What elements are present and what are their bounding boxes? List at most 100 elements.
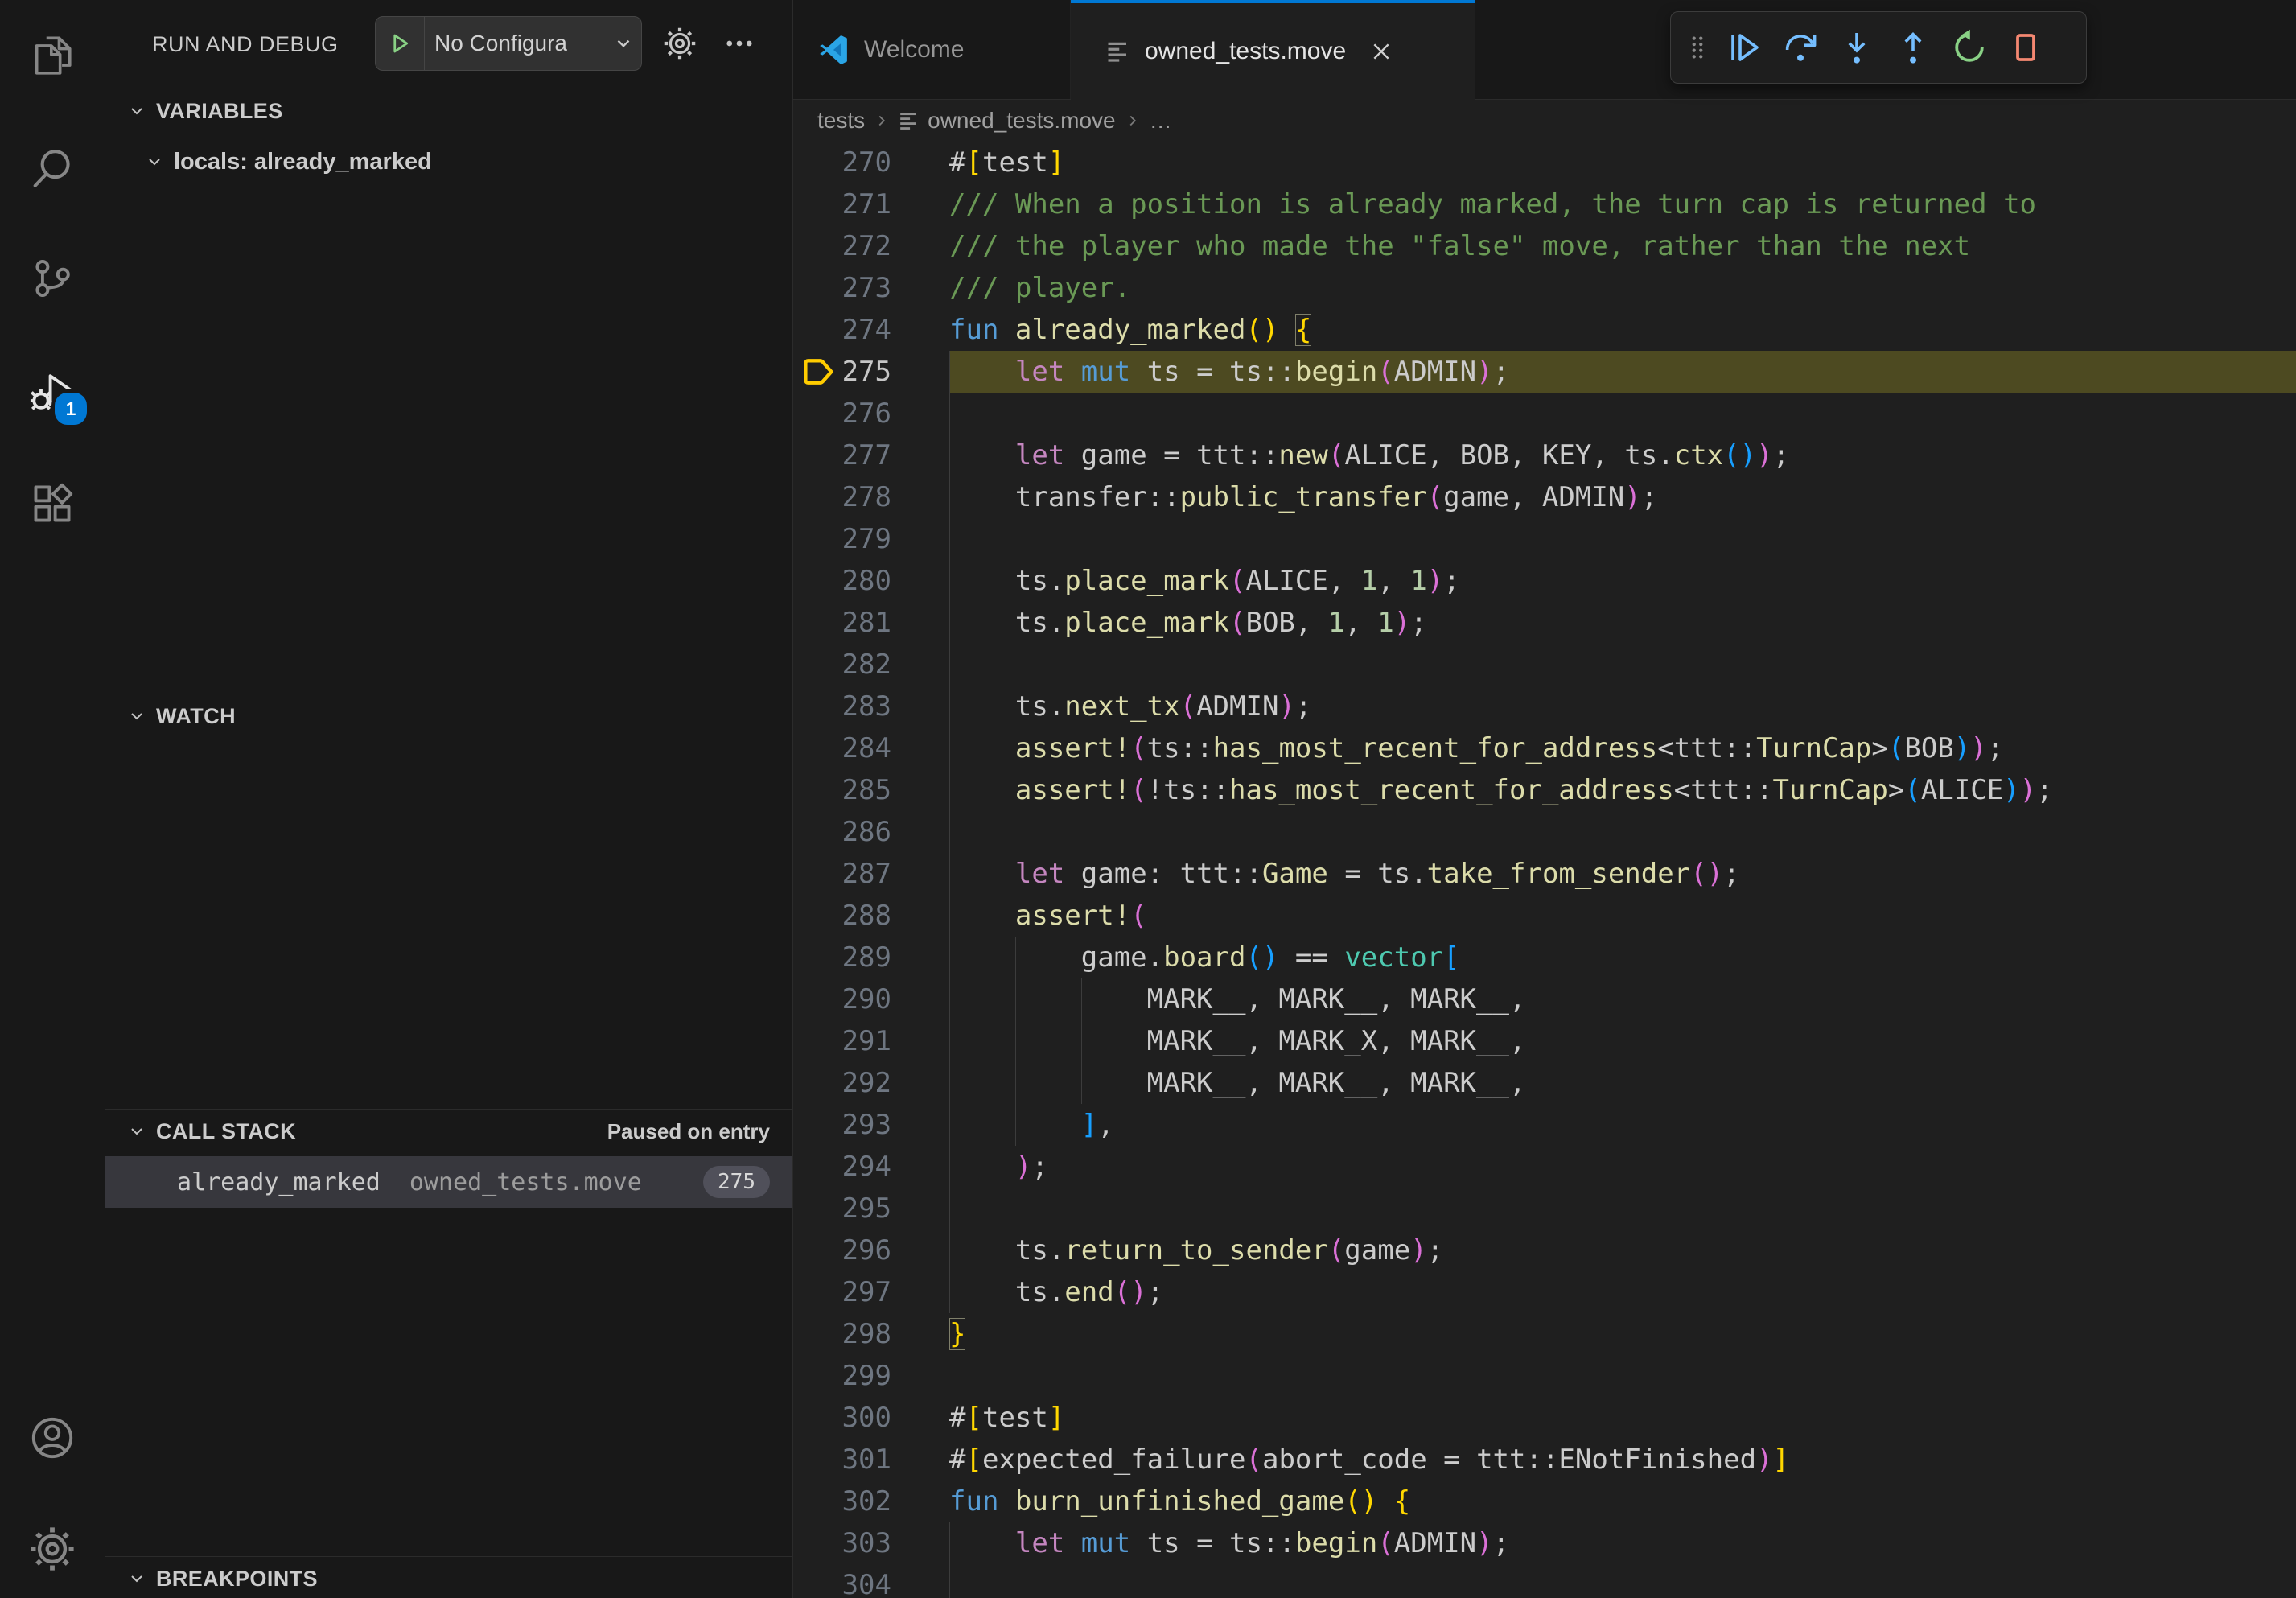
code-area[interactable]: 270#[test]271/// When a position is alre… xyxy=(793,142,2296,1598)
code-line[interactable]: 290 MARK__, MARK__, MARK__, xyxy=(793,978,2296,1020)
code-line[interactable]: 292 MARK__, MARK__, MARK__, xyxy=(793,1062,2296,1104)
sidebar-item-extensions[interactable] xyxy=(0,462,105,546)
variables-scope-row[interactable]: locals: already_marked xyxy=(105,139,792,184)
stop-button[interactable] xyxy=(1998,19,2054,76)
sidebar-item-search[interactable] xyxy=(0,126,105,210)
gutter[interactable]: 275 xyxy=(793,351,949,393)
breakpoints-section-header[interactable]: BREAKPOINTS xyxy=(105,1557,792,1598)
code-line[interactable]: 275 let mut ts = ts::begin(ADMIN); xyxy=(793,351,2296,393)
gutter[interactable]: 292 xyxy=(793,1062,949,1104)
gutter[interactable]: 294 xyxy=(793,1146,949,1188)
gutter[interactable]: 285 xyxy=(793,769,949,811)
gutter[interactable]: 298 xyxy=(793,1313,949,1355)
code-line[interactable]: 284 assert!(ts::has_most_recent_for_addr… xyxy=(793,727,2296,769)
close-icon[interactable] xyxy=(1367,37,1396,66)
settings-button[interactable] xyxy=(0,1507,105,1591)
gutter[interactable]: 299 xyxy=(793,1355,949,1397)
code-line[interactable]: 287 let game: ttt::Game = ts.take_from_s… xyxy=(793,853,2296,895)
code-line[interactable]: 299 xyxy=(793,1355,2296,1397)
code-line[interactable]: 274fun already_marked() { xyxy=(793,309,2296,351)
gutter[interactable]: 287 xyxy=(793,853,949,895)
watch-section-header[interactable]: WATCH xyxy=(105,694,792,738)
call-stack-section-header[interactable]: CALL STACK Paused on entry xyxy=(105,1110,792,1153)
gutter[interactable]: 297 xyxy=(793,1271,949,1313)
code-line[interactable]: 295 xyxy=(793,1188,2296,1229)
code-line[interactable]: 280 ts.place_mark(ALICE, 1, 1); xyxy=(793,560,2296,602)
code-line[interactable]: 303 let mut ts = ts::begin(ADMIN); xyxy=(793,1522,2296,1564)
code-line[interactable]: 286 xyxy=(793,811,2296,853)
step-over-button[interactable] xyxy=(1772,19,1829,76)
gutter[interactable]: 279 xyxy=(793,518,949,560)
code-line[interactable]: 288 assert!( xyxy=(793,895,2296,937)
code-line[interactable]: 289 game.board() == vector[ xyxy=(793,937,2296,978)
code-line[interactable]: 291 MARK__, MARK_X, MARK__, xyxy=(793,1020,2296,1062)
debug-settings-button[interactable] xyxy=(663,27,697,60)
tab-welcome[interactable]: Welcome xyxy=(793,0,1071,100)
code-line[interactable]: 297 ts.end(); xyxy=(793,1271,2296,1313)
code-line[interactable]: 271/// When a position is already marked… xyxy=(793,183,2296,225)
gutter[interactable]: 290 xyxy=(793,978,949,1020)
sidebar-item-source-control[interactable] xyxy=(0,237,105,320)
code-line[interactable]: 298} xyxy=(793,1313,2296,1355)
code-line[interactable]: 301#[expected_failure(abort_code = ttt::… xyxy=(793,1439,2296,1481)
code-line[interactable]: 296 ts.return_to_sender(game); xyxy=(793,1229,2296,1271)
gutter[interactable]: 288 xyxy=(793,895,949,937)
code-line[interactable]: 300#[test] xyxy=(793,1397,2296,1439)
gutter[interactable]: 277 xyxy=(793,435,949,476)
breadcrumb-symbol[interactable]: … xyxy=(1150,108,1172,134)
more-actions-button[interactable] xyxy=(722,27,756,60)
gutter[interactable]: 291 xyxy=(793,1020,949,1062)
step-out-button[interactable] xyxy=(1885,19,1941,76)
code-line[interactable]: 272/// the player who made the "false" m… xyxy=(793,225,2296,267)
code-line[interactable]: 294 ); xyxy=(793,1146,2296,1188)
code-line[interactable]: 273/// player. xyxy=(793,267,2296,309)
continue-button[interactable] xyxy=(1716,19,1772,76)
gutter[interactable]: 295 xyxy=(793,1188,949,1229)
code-line[interactable]: 293 ], xyxy=(793,1104,2296,1146)
breadcrumb-folder[interactable]: tests xyxy=(817,108,865,134)
gutter[interactable]: 303 xyxy=(793,1522,949,1564)
restart-button[interactable] xyxy=(1941,19,1998,76)
breadcrumb-file[interactable]: owned_tests.move xyxy=(928,108,1115,134)
code-line[interactable]: 302fun burn_unfinished_game() { xyxy=(793,1481,2296,1522)
gutter[interactable]: 273 xyxy=(793,267,949,309)
debug-config-dropdown[interactable]: No Configura xyxy=(375,16,642,71)
sidebar-item-explorer[interactable] xyxy=(0,14,105,97)
gutter[interactable]: 304 xyxy=(793,1564,949,1598)
gutter[interactable]: 301 xyxy=(793,1439,949,1481)
gutter[interactable]: 270 xyxy=(793,142,949,183)
code-line[interactable]: 276 xyxy=(793,393,2296,435)
code-line[interactable]: 282 xyxy=(793,644,2296,686)
gutter[interactable]: 281 xyxy=(793,602,949,644)
code-line[interactable]: 270#[test] xyxy=(793,142,2296,183)
gutter[interactable]: 302 xyxy=(793,1481,949,1522)
call-stack-frame-row[interactable]: already_marked owned_tests.move 275 xyxy=(105,1156,792,1208)
gutter[interactable]: 296 xyxy=(793,1229,949,1271)
gutter[interactable]: 289 xyxy=(793,937,949,978)
account-button[interactable] xyxy=(0,1396,105,1480)
gutter[interactable]: 300 xyxy=(793,1397,949,1439)
gutter[interactable]: 278 xyxy=(793,476,949,518)
gutter[interactable]: 286 xyxy=(793,811,949,853)
gutter[interactable]: 280 xyxy=(793,560,949,602)
tab-owned-tests-move[interactable]: owned_tests.move xyxy=(1071,0,1475,100)
code-line[interactable]: 279 xyxy=(793,518,2296,560)
step-into-button[interactable] xyxy=(1829,19,1885,76)
sidebar-item-run-and-debug[interactable]: 1 xyxy=(0,349,105,433)
gutter[interactable]: 276 xyxy=(793,393,949,435)
code-line[interactable]: 304 xyxy=(793,1564,2296,1598)
toolbar-drag-handle[interactable] xyxy=(1679,19,1716,76)
gutter[interactable]: 274 xyxy=(793,309,949,351)
gutter[interactable]: 272 xyxy=(793,225,949,267)
code-line[interactable]: 281 ts.place_mark(BOB, 1, 1); xyxy=(793,602,2296,644)
variables-section-header[interactable]: VARIABLES xyxy=(105,89,792,133)
gutter[interactable]: 283 xyxy=(793,686,949,727)
gutter[interactable]: 271 xyxy=(793,183,949,225)
code-line[interactable]: 277 let game = ttt::new(ALICE, BOB, KEY,… xyxy=(793,435,2296,476)
gutter[interactable]: 282 xyxy=(793,644,949,686)
gutter[interactable]: 293 xyxy=(793,1104,949,1146)
start-debug-button[interactable] xyxy=(376,17,425,70)
code-line[interactable]: 278 transfer::public_transfer(game, ADMI… xyxy=(793,476,2296,518)
gutter[interactable]: 284 xyxy=(793,727,949,769)
code-line[interactable]: 285 assert!(!ts::has_most_recent_for_add… xyxy=(793,769,2296,811)
